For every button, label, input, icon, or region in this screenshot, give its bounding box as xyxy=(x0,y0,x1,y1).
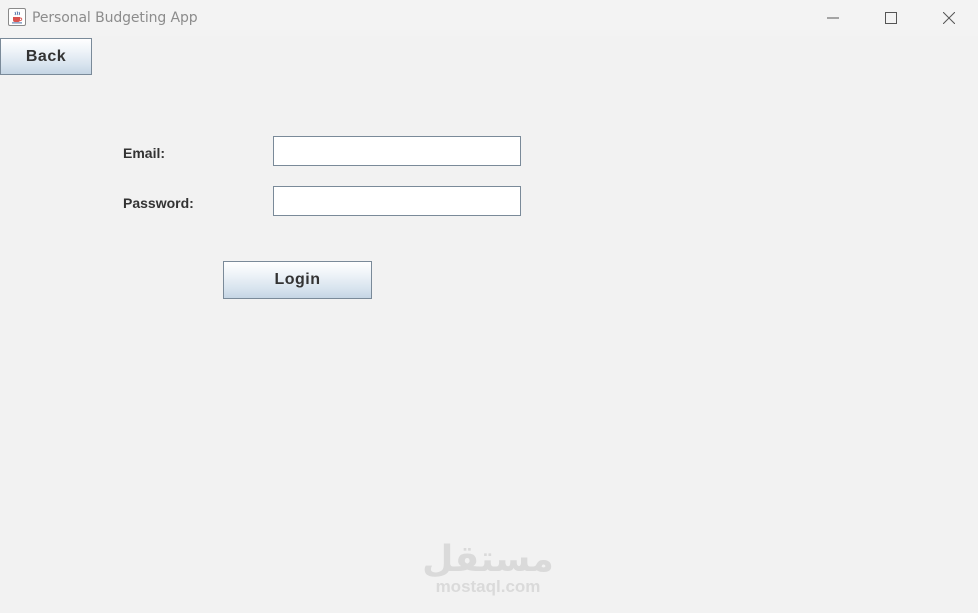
close-button[interactable] xyxy=(920,0,978,36)
window-title: Personal Budgeting App xyxy=(32,10,198,26)
password-field[interactable] xyxy=(273,186,521,216)
password-label: Password: xyxy=(123,195,194,211)
java-cup-icon xyxy=(8,8,26,26)
close-icon xyxy=(943,12,955,24)
minimize-icon xyxy=(827,17,839,19)
email-label: Email: xyxy=(123,145,166,161)
maximize-button[interactable] xyxy=(862,0,920,36)
title-bar[interactable]: Personal Budgeting App xyxy=(0,0,978,36)
app-window: Personal Budgeting App Back Email: Passw… xyxy=(0,0,978,613)
login-button[interactable]: Login xyxy=(223,261,372,299)
back-button[interactable]: Back xyxy=(0,38,92,75)
watermark-arabic: مستقل xyxy=(422,539,554,580)
maximize-icon xyxy=(885,12,897,24)
minimize-button[interactable] xyxy=(804,0,862,36)
email-field[interactable] xyxy=(273,136,521,166)
watermark: مستقل mostaql.com xyxy=(408,540,568,596)
watermark-latin: mostaql.com xyxy=(435,577,541,596)
